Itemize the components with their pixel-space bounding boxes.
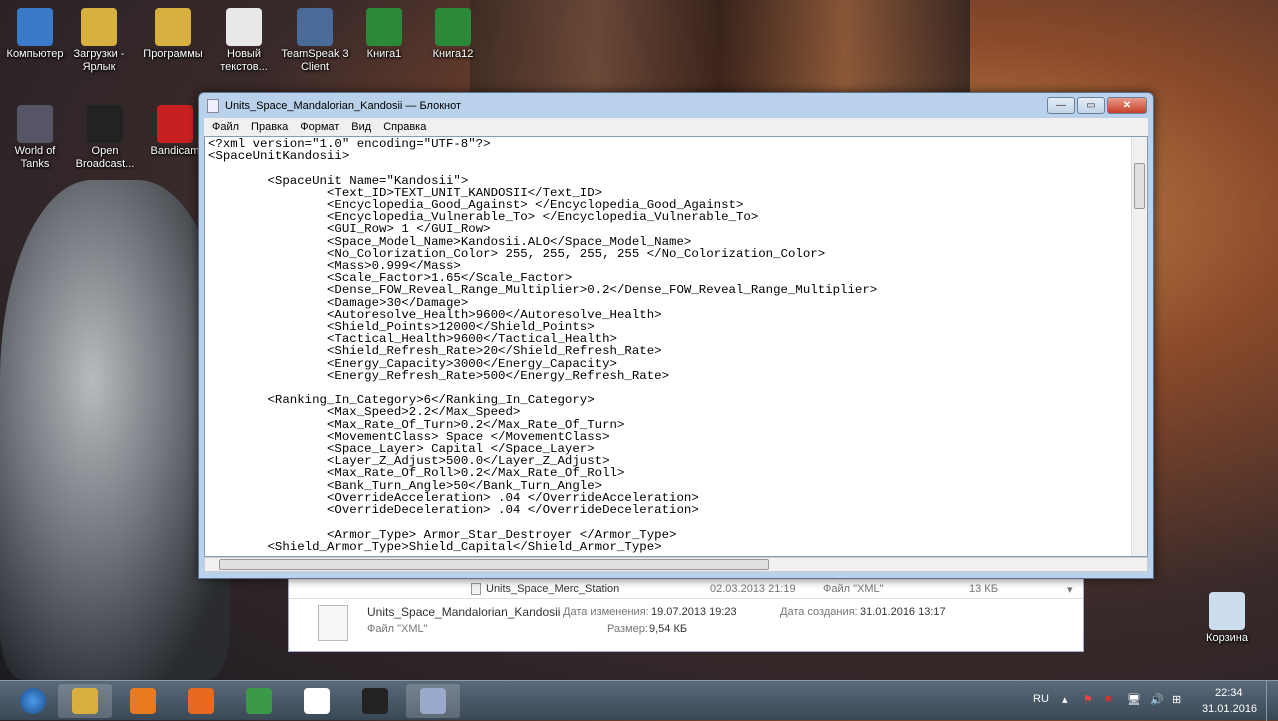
- wallpaper-figure: [0, 180, 230, 680]
- notepad-icon: [207, 99, 219, 113]
- explorer-window: Units_Space_Merc_Station 02.03.2013 21:1…: [288, 578, 1084, 652]
- app-tray-icon[interactable]: ■: [1105, 693, 1112, 705]
- scroll-thumb[interactable]: [219, 559, 769, 570]
- desktop-icon[interactable]: Программы: [138, 8, 208, 61]
- scroll-down-icon[interactable]: ▾: [1067, 583, 1073, 596]
- horizontal-scrollbar[interactable]: [204, 557, 1148, 572]
- desktop-icon[interactable]: World of Tanks: [0, 105, 70, 171]
- notepad-taskbar-button[interactable]: [406, 684, 460, 718]
- start-taskbar-button[interactable]: [6, 684, 60, 718]
- language-indicator[interactable]: RU: [1033, 693, 1049, 705]
- desktop-icon-label: Книга1: [366, 48, 402, 60]
- yandex-taskbar-button[interactable]: [290, 684, 344, 718]
- shortcut-icon: [226, 8, 262, 46]
- taskbar: RU ▴ ⚑ ■ 🖥 🔊 ⊞ 22:34 31.01.2016: [0, 680, 1278, 721]
- action-center-icon[interactable]: ⚑: [1083, 693, 1093, 706]
- notepad-window: Units_Space_Mandalorian_Kandosii — Блокн…: [198, 92, 1154, 579]
- desktop-icon[interactable]: Загрузки - Ярлык: [64, 8, 134, 74]
- file-row[interactable]: Units_Space_Merc_Station 02.03.2013 21:1…: [289, 579, 1083, 599]
- desktop-icon[interactable]: Новый текстов...: [209, 8, 279, 74]
- menu-bar: Файл Правка Формат Вид Справка: [204, 118, 1148, 136]
- chrome-taskbar-button[interactable]: [232, 684, 286, 718]
- modified-label: Дата изменения:: [563, 606, 649, 618]
- file-icon: [471, 583, 481, 595]
- desktop-icon[interactable]: Компьютер: [0, 8, 70, 61]
- wallpaper-city: [470, 0, 970, 95]
- notepad-icon: [420, 688, 446, 714]
- shortcut-icon: [17, 105, 53, 143]
- size-value: 9,54 КБ: [649, 623, 688, 635]
- shortcut-icon: [155, 8, 191, 46]
- window-title: Units_Space_Mandalorian_Kandosii — Блокн…: [225, 100, 462, 112]
- shortcut-icon: [1209, 592, 1245, 630]
- clock-time[interactable]: 22:34: [1215, 687, 1243, 699]
- menu-edit[interactable]: Правка: [245, 118, 294, 136]
- media-player-icon: [130, 688, 156, 714]
- chrome-icon: [246, 688, 272, 714]
- volume-icon[interactable]: 🔊: [1150, 693, 1164, 706]
- menu-file[interactable]: Файл: [206, 118, 245, 136]
- yandex-icon: [304, 688, 330, 714]
- media-player-taskbar-button[interactable]: [116, 684, 170, 718]
- desktop-icon-label: TeamSpeak 3 Client: [281, 48, 349, 73]
- desktop-icon-label: Книга12: [432, 48, 474, 60]
- desktop-icon[interactable]: Open Broadcast...: [70, 105, 140, 171]
- firefox-taskbar-button[interactable]: [174, 684, 228, 718]
- menu-format[interactable]: Формат: [294, 118, 345, 136]
- explorer-icon: [72, 688, 98, 714]
- scroll-thumb[interactable]: [1134, 163, 1145, 209]
- detail-type: Файл "XML": [367, 623, 428, 635]
- desktop-icon[interactable]: Книга12: [418, 8, 488, 61]
- desktop-icon[interactable]: TeamSpeak 3 Client: [280, 8, 350, 74]
- windows-tray-icon[interactable]: ⊞: [1172, 693, 1181, 706]
- detail-name: Units_Space_Mandalorian_Kandosii: [367, 605, 561, 619]
- shortcut-icon: [157, 105, 193, 143]
- text-area[interactable]: <?xml version="1.0" encoding="UTF-8"?> <…: [204, 136, 1148, 557]
- shortcut-icon: [366, 8, 402, 46]
- obs-icon: [362, 688, 388, 714]
- menu-help[interactable]: Справка: [377, 118, 432, 136]
- desktop-icon-label: Корзина: [1206, 632, 1248, 644]
- maximize-button[interactable]: ▭: [1077, 97, 1105, 114]
- network-icon[interactable]: 🖥: [1127, 693, 1141, 706]
- menu-view[interactable]: Вид: [345, 118, 377, 136]
- explorer-taskbar-button[interactable]: [58, 684, 112, 718]
- size-label: Размер:: [607, 623, 648, 635]
- firefox-icon: [188, 688, 214, 714]
- desktop-icon-label: World of Tanks: [14, 145, 56, 170]
- file-type: Файл "XML": [823, 583, 884, 595]
- minimize-button[interactable]: —: [1047, 97, 1075, 114]
- file-size: 13 КБ: [969, 583, 998, 595]
- file-large-icon: [318, 605, 348, 641]
- shortcut-icon: [435, 8, 471, 46]
- file-date: 02.03.2013 21:19: [710, 583, 796, 595]
- desktop-icon-label: Open Broadcast...: [75, 145, 135, 170]
- file-name: Units_Space_Merc_Station: [486, 583, 620, 595]
- shortcut-icon: [81, 8, 117, 46]
- desktop-icon[interactable]: Книга1: [349, 8, 419, 61]
- shortcut-icon: [87, 105, 123, 143]
- desktop-icon-label: Компьютер: [6, 48, 64, 60]
- show-desktop-button[interactable]: [1266, 681, 1278, 721]
- document-text[interactable]: <?xml version="1.0" encoding="UTF-8"?> <…: [205, 137, 1147, 553]
- clock-date[interactable]: 31.01.2016: [1202, 703, 1257, 715]
- desktop-icon[interactable]: Корзина: [1192, 592, 1262, 645]
- created-label: Дата создания:: [780, 606, 858, 618]
- close-button[interactable]: ✕: [1107, 97, 1147, 114]
- show-hidden-icons[interactable]: ▴: [1062, 693, 1068, 706]
- vertical-scrollbar[interactable]: [1131, 137, 1147, 556]
- shortcut-icon: [297, 8, 333, 46]
- modified-value: 19.07.2013 19:23: [651, 606, 737, 618]
- created-value: 31.01.2016 13:17: [860, 606, 946, 618]
- title-bar[interactable]: Units_Space_Mandalorian_Kandosii — Блокн…: [199, 93, 1153, 118]
- desktop-icon-label: Программы: [143, 48, 203, 60]
- obs-taskbar-button[interactable]: [348, 684, 402, 718]
- desktop-icon-label: Новый текстов...: [220, 48, 268, 73]
- desktop-icon-label: Загрузки - Ярлык: [73, 48, 125, 73]
- start-icon: [20, 688, 46, 714]
- shortcut-icon: [17, 8, 53, 46]
